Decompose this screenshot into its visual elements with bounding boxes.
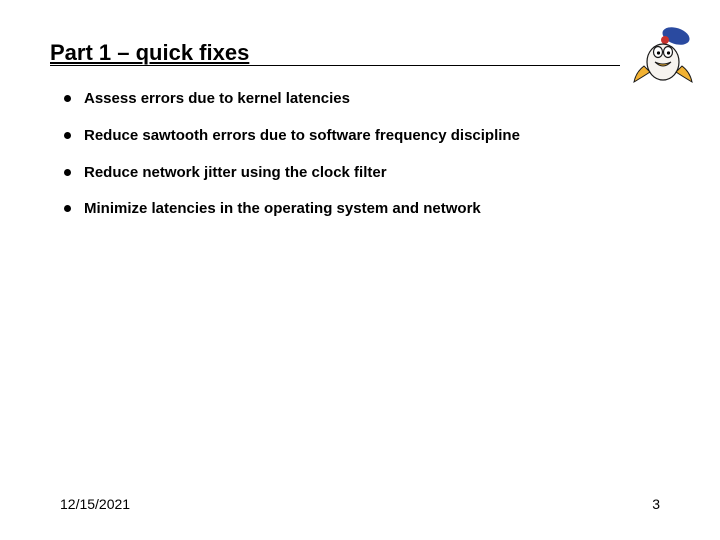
list-item: Reduce network jitter using the clock fi… (60, 164, 660, 183)
mascot-icon (628, 18, 698, 88)
footer-date: 12/15/2021 (60, 496, 130, 512)
list-item: Assess errors due to kernel latencies (60, 90, 660, 109)
page-number: 3 (652, 496, 660, 512)
title-rule (50, 65, 620, 66)
list-item: Reduce sawtooth errors due to software f… (60, 127, 660, 146)
list-item: Minimize latencies in the operating syst… (60, 200, 660, 219)
header: Part 1 – quick fixes (50, 40, 670, 66)
slide: Part 1 – quick fixes Assess errors due t… (0, 0, 720, 540)
content-area: Assess errors due to kernel latencies Re… (60, 90, 660, 237)
slide-title: Part 1 – quick fixes (50, 40, 670, 66)
footer: 12/15/2021 3 (60, 496, 660, 512)
bullet-list: Assess errors due to kernel latencies Re… (60, 90, 660, 219)
